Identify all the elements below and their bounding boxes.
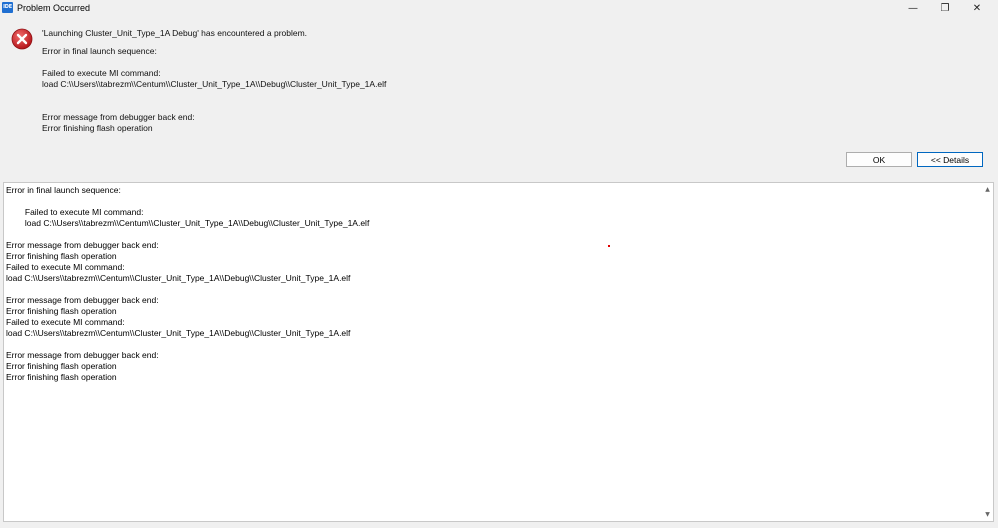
details-line: load C:\\Users\\tabrezm\\Centum\\Cluster… (6, 273, 351, 283)
details-line (6, 229, 981, 240)
message-line: Error in final launch sequence: (42, 46, 157, 56)
minimize-button[interactable]: — (898, 0, 928, 17)
details-line: Error finishing flash operation (6, 251, 117, 261)
title-bar: IDE Problem Occurred — ❐ ✕ (0, 0, 998, 17)
details-line (6, 196, 981, 207)
details-line: load C:\\Users\\tabrezm\\Centum\\Cluster… (6, 328, 351, 338)
message-headline: 'Launching Cluster_Unit_Type_1A Debug' h… (42, 28, 308, 38)
stray-dot (608, 245, 610, 247)
details-line: Error message from debugger back end: (6, 350, 159, 360)
vertical-scrollbar[interactable]: ▲ ▼ (982, 183, 993, 521)
details-line: Failed to execute MI command: (6, 317, 125, 327)
message-line: Error message from debugger back end: (42, 112, 195, 122)
window-title: Problem Occurred (17, 3, 91, 13)
error-icon (11, 28, 33, 50)
ok-button[interactable]: OK (846, 152, 912, 167)
details-line: Error in final launch sequence: (6, 185, 121, 195)
details-line: Error message from debugger back end: (6, 295, 159, 305)
details-line: Failed to execute MI command: (6, 207, 144, 217)
scroll-down-icon[interactable]: ▼ (983, 510, 992, 519)
message-line: Error finishing flash operation (42, 123, 153, 133)
details-line: Error finishing flash operation (6, 306, 117, 316)
ide-icon: IDE (2, 2, 13, 13)
details-line: load C:\\Users\\tabrezm\\Centum\\Cluster… (6, 218, 370, 228)
details-line: Error message from debugger back end: (6, 240, 159, 250)
bottom-strip (0, 522, 998, 528)
details-text[interactable]: Error in final launch sequence: Failed t… (6, 185, 981, 519)
details-line (6, 284, 981, 295)
details-line (6, 339, 981, 350)
scroll-up-icon[interactable]: ▲ (983, 185, 992, 194)
details-line: Error finishing flash operation (6, 372, 117, 382)
message-line: Failed to execute MI command: (42, 68, 161, 78)
close-button[interactable]: ✕ (962, 0, 992, 17)
details-line: Failed to execute MI command: (6, 262, 125, 272)
message-line: load C:\\Users\\tabrezm\\Centum\\Cluster… (42, 79, 387, 89)
details-button[interactable]: << Details (917, 152, 983, 167)
details-panel[interactable]: Error in final launch sequence: Failed t… (3, 182, 994, 522)
maximize-button[interactable]: ❐ (930, 0, 960, 17)
details-line: Error finishing flash operation (6, 361, 117, 371)
